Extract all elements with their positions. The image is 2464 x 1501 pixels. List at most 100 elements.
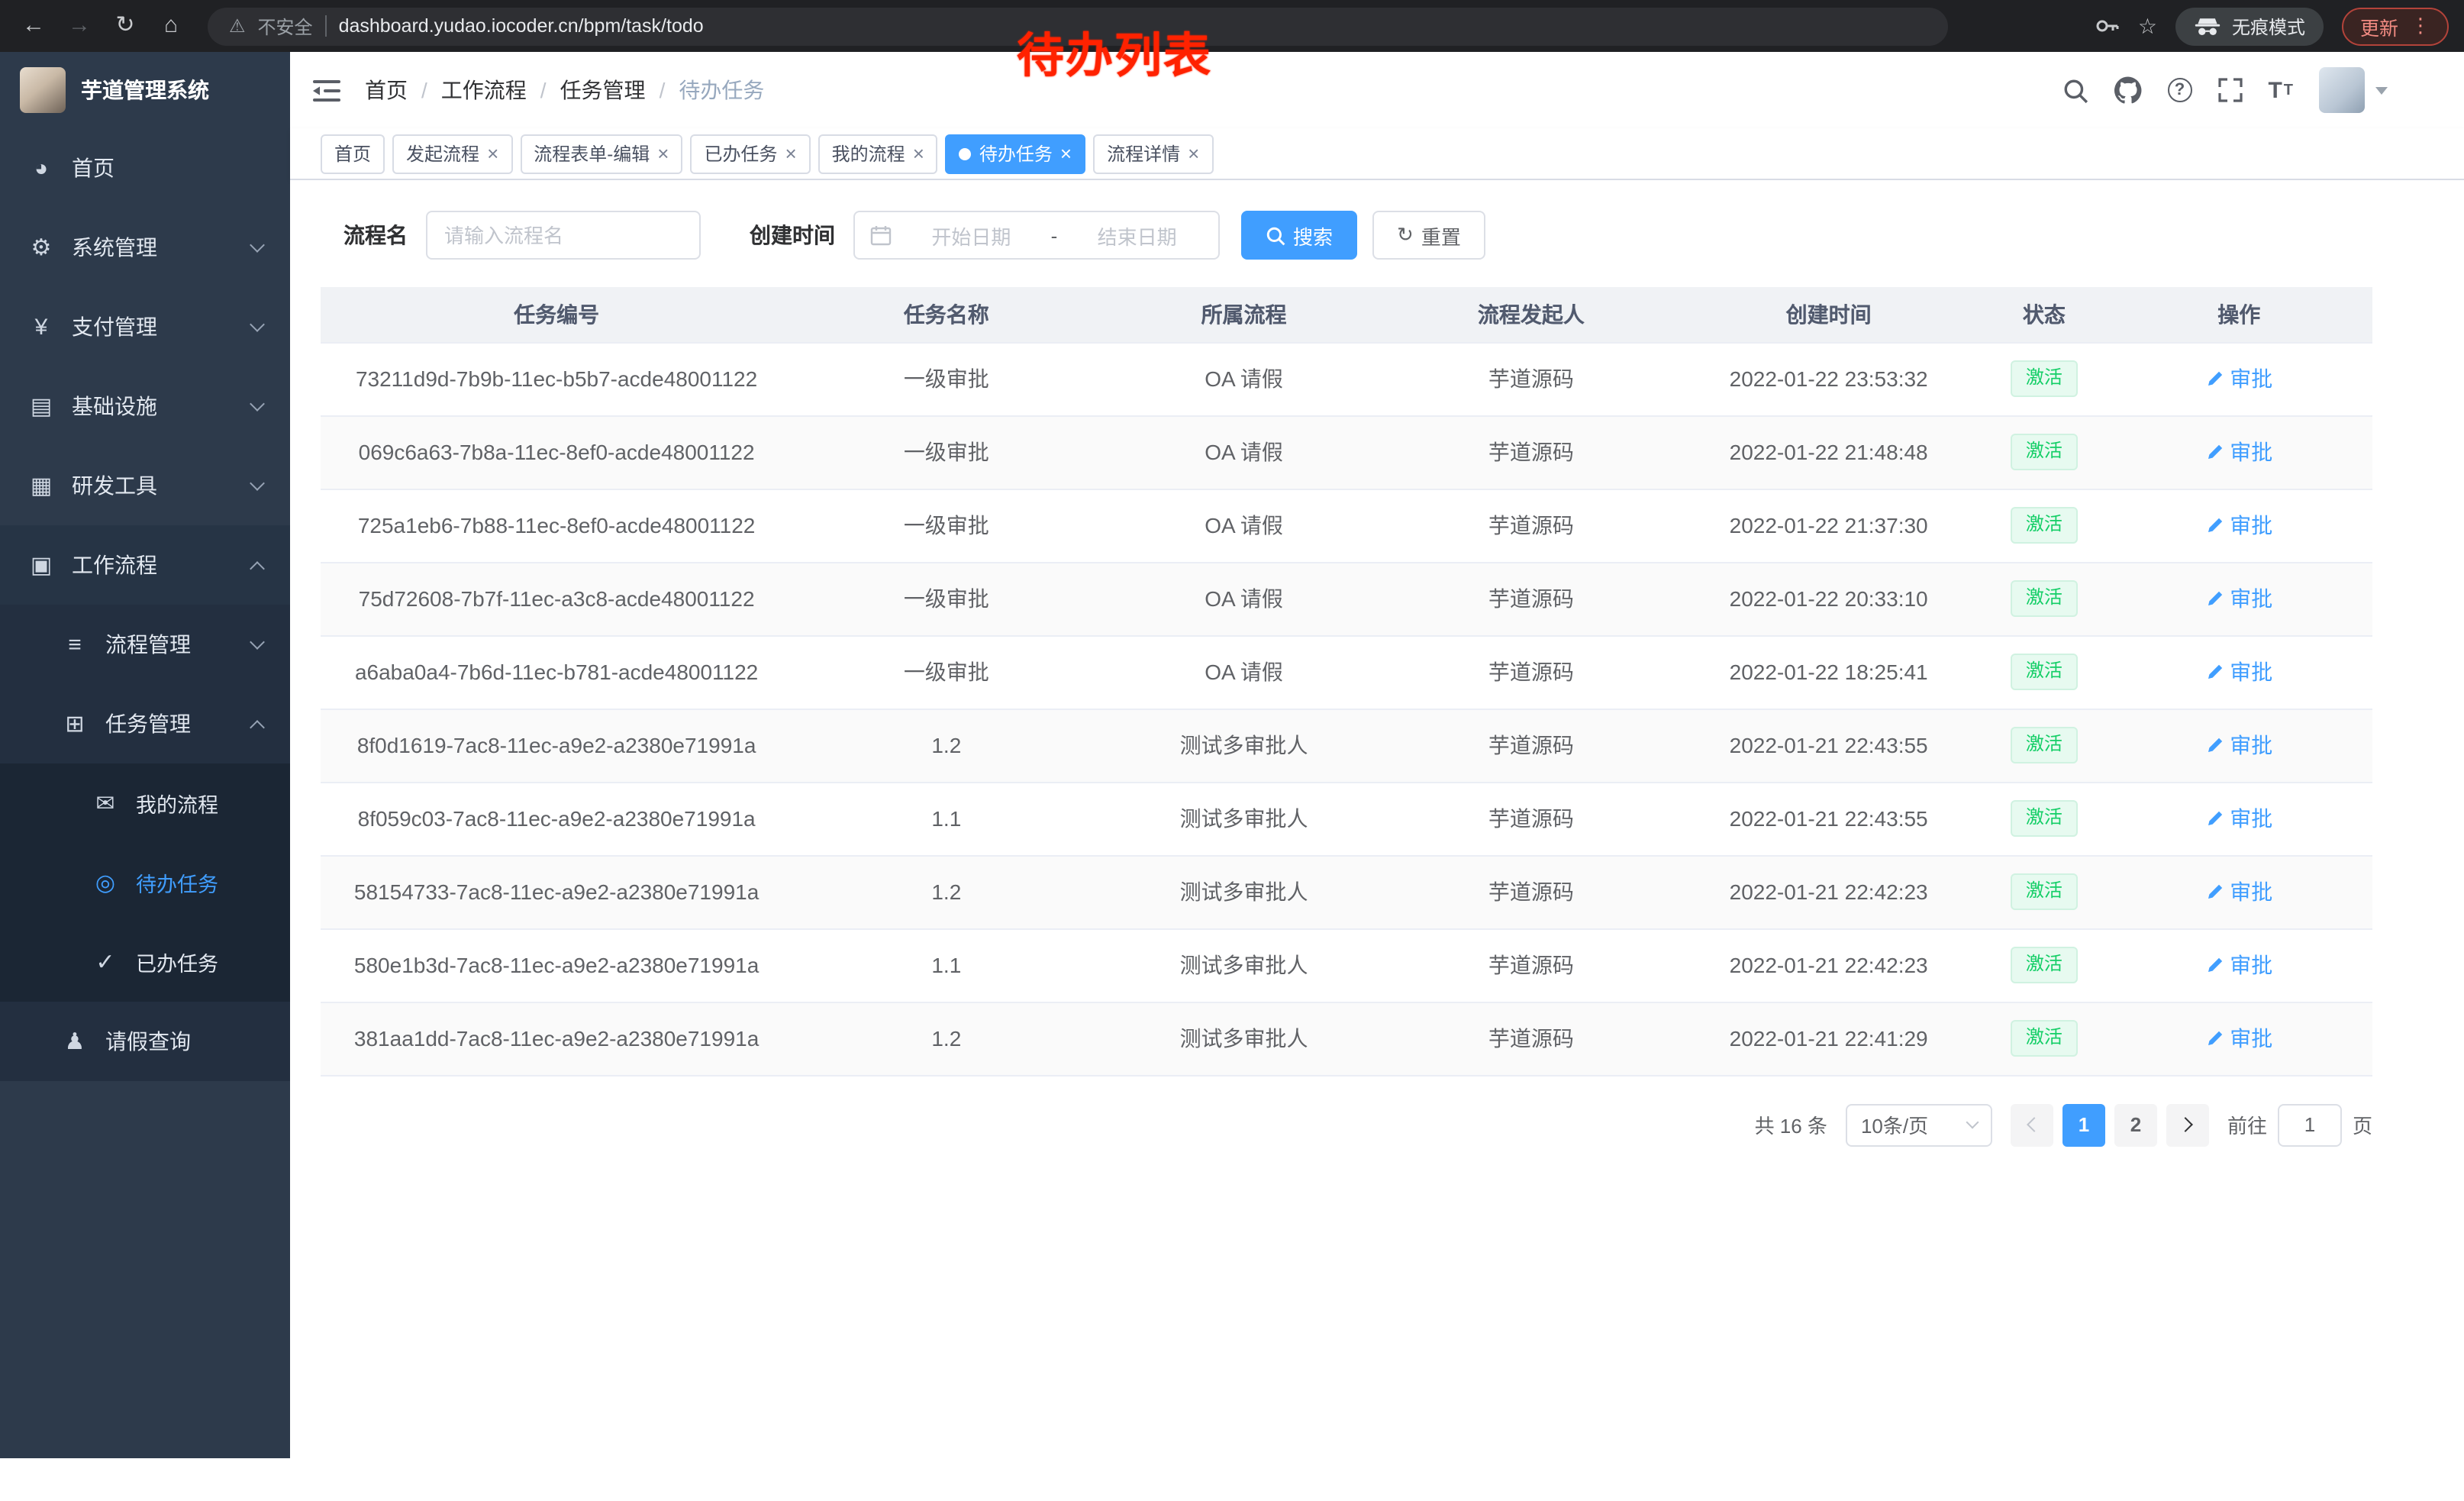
- sidebar-item-todo-tasks[interactable]: ◎ 待办任务: [0, 843, 290, 922]
- reload-icon[interactable]: ↻: [107, 8, 144, 44]
- approve-link[interactable]: 审批: [2205, 950, 2272, 980]
- approve-link-label: 审批: [2230, 730, 2272, 760]
- filter-bar: 流程名 创建时间 开始日期 - 结束日期 搜索 ↻ 重置: [343, 211, 2372, 260]
- column-header: 所属流程: [1100, 287, 1387, 342]
- page-size-select[interactable]: 10条/页: [1846, 1103, 1992, 1146]
- screen: ← → ↻ ⌂ ⚠ 不安全 dashboard.yudao.iocoder.cn…: [0, 0, 2464, 1501]
- sidebar-item-home[interactable]: ◕ 首页: [0, 128, 290, 208]
- tab-my-processes[interactable]: 我的流程 ×: [818, 134, 938, 173]
- edit-pencil-icon: [2205, 956, 2224, 974]
- breadcrumb-home[interactable]: 首页: [365, 75, 408, 105]
- sidebar-item-task-management[interactable]: ⊞ 任务管理: [0, 684, 290, 763]
- approve-link[interactable]: 审批: [2205, 803, 2272, 834]
- sidebar-item-infrastructure[interactable]: ▤ 基础设施: [0, 366, 290, 446]
- date-range-picker[interactable]: 开始日期 - 结束日期: [853, 211, 1220, 260]
- user-menu[interactable]: [2319, 67, 2388, 113]
- tab-start-process[interactable]: 发起流程 ×: [392, 134, 512, 173]
- goto-page-input[interactable]: [2278, 1103, 2342, 1146]
- tab-home[interactable]: 首页: [321, 134, 385, 173]
- task-initiator: 芋道源码: [1388, 855, 1675, 928]
- back-icon[interactable]: ←: [15, 8, 52, 44]
- status-badge: 激活: [2011, 360, 2078, 396]
- help-icon[interactable]: ?: [2167, 78, 2191, 102]
- breadcrumb-workflow[interactable]: 工作流程: [441, 75, 527, 105]
- edit-pencil-icon: [2205, 370, 2224, 388]
- process-name-input[interactable]: [426, 211, 701, 260]
- breadcrumb: 首页 / 工作流程 / 任务管理 / 待办任务: [365, 75, 764, 105]
- total-count: 共 16 条: [1755, 1110, 1827, 1139]
- update-button[interactable]: 更新 ⋮: [2342, 7, 2449, 45]
- approve-link-label: 审批: [2230, 510, 2272, 541]
- sidebar-item-done-tasks[interactable]: ✓ 已办任务: [0, 922, 290, 1002]
- github-icon[interactable]: [2114, 76, 2141, 104]
- task-initiator: 芋道源码: [1388, 489, 1675, 562]
- end-date-placeholder[interactable]: 结束日期: [1071, 221, 1203, 250]
- home-icon[interactable]: ⌂: [153, 8, 189, 44]
- sidebar-item-my-processes[interactable]: ✉ 我的流程: [0, 763, 290, 843]
- task-created: 2022-01-21 22:42:23: [1675, 855, 1982, 928]
- breadcrumb-task-management[interactable]: 任务管理: [560, 75, 646, 105]
- task-id: 725a1eb6-7b88-11ec-8ef0-acde48001122: [321, 489, 792, 562]
- close-icon[interactable]: ×: [1060, 144, 1072, 163]
- approve-link[interactable]: 审批: [2205, 583, 2272, 614]
- sidebar-item-payment[interactable]: ¥ 支付管理: [0, 287, 290, 366]
- approve-link[interactable]: 审批: [2205, 437, 2272, 467]
- sidebar: 芋道管理系统 ◕ 首页 ⚙ 系统管理 ¥ 支付管理 ▤ 基础设施 ▦ 研发工具 …: [0, 52, 290, 1458]
- close-icon[interactable]: ×: [487, 144, 498, 163]
- table-row: 069c6a63-7b8a-11ec-8ef0-acde48001122 一级审…: [321, 415, 2372, 489]
- bookmark-star-icon[interactable]: ☆: [2138, 13, 2157, 39]
- sidebar-item-workflow[interactable]: ▣ 工作流程: [0, 525, 290, 605]
- approve-link[interactable]: 审批: [2205, 510, 2272, 541]
- sidebar-collapse-icon[interactable]: [313, 79, 340, 102]
- not-secure-warning-icon: ⚠: [229, 15, 246, 37]
- approve-link[interactable]: 审批: [2205, 363, 2272, 394]
- task-id: 381aa1dd-7ac8-11ec-a9e2-a2380e71991a: [321, 1002, 792, 1075]
- tab-process-detail[interactable]: 流程详情 ×: [1093, 134, 1213, 173]
- reset-button[interactable]: ↻ 重置: [1372, 211, 1485, 260]
- task-created: 2022-01-22 20:33:10: [1675, 562, 1982, 635]
- chrome-toolbar-right: ☆ 无痕模式 更新 ⋮: [2095, 7, 2449, 45]
- sidebar-item-leave-query[interactable]: ♟ 请假查询: [0, 1002, 290, 1081]
- menu-kebab-icon[interactable]: ⋮: [2411, 14, 2430, 38]
- breadcrumb-separator: /: [421, 78, 427, 102]
- task-id: 75d72608-7b7f-11ec-a3c8-acde48001122: [321, 562, 792, 635]
- start-date-placeholder[interactable]: 开始日期: [905, 221, 1037, 250]
- approve-link[interactable]: 审批: [2205, 657, 2272, 687]
- approve-link[interactable]: 审批: [2205, 1023, 2272, 1054]
- approve-link[interactable]: 审批: [2205, 876, 2272, 907]
- task-initiator: 芋道源码: [1388, 782, 1675, 855]
- app-logo: [20, 67, 66, 113]
- page-button-1[interactable]: 1: [2062, 1103, 2105, 1146]
- fullscreen-icon[interactable]: [2217, 78, 2242, 102]
- infrastructure-icon: ▤: [27, 392, 55, 420]
- next-page-button[interactable]: [2166, 1103, 2209, 1146]
- search-icon[interactable]: [2062, 77, 2088, 103]
- chevron-down-icon: [250, 237, 265, 253]
- status-badge: 激活: [2011, 873, 2078, 909]
- app-logo-row[interactable]: 芋道管理系统: [0, 52, 290, 128]
- close-icon[interactable]: ×: [913, 144, 924, 163]
- search-button[interactable]: 搜索: [1241, 211, 1357, 260]
- sidebar-item-process-management[interactable]: ≡ 流程管理: [0, 605, 290, 684]
- tab-done-tasks[interactable]: 已办任务 ×: [690, 134, 810, 173]
- prev-page-button[interactable]: [2011, 1103, 2053, 1146]
- url-text: dashboard.yudao.iocoder.cn/bpm/task/todo: [339, 15, 704, 37]
- font-size-icon[interactable]: TT: [2268, 77, 2293, 103]
- process-name-label: 流程名: [343, 220, 408, 250]
- update-label: 更新: [2360, 11, 2398, 40]
- sidebar-item-system[interactable]: ⚙ 系统管理: [0, 208, 290, 287]
- tab-todo-tasks[interactable]: 待办任务 ×: [946, 134, 1085, 173]
- close-icon[interactable]: ×: [785, 144, 796, 163]
- close-icon[interactable]: ×: [1188, 144, 1199, 163]
- task-process: OA 请假: [1100, 562, 1387, 635]
- password-key-icon[interactable]: [2095, 14, 2120, 38]
- close-icon[interactable]: ×: [657, 144, 669, 163]
- page-button-2[interactable]: 2: [2114, 1103, 2157, 1146]
- forward-icon[interactable]: →: [61, 8, 98, 44]
- sidebar-item-dev-tools[interactable]: ▦ 研发工具: [0, 446, 290, 525]
- tab-process-form-edit[interactable]: 流程表单-编辑 ×: [520, 134, 682, 173]
- task-id: 73211d9d-7b9b-11ec-b5b7-acde48001122: [321, 342, 792, 415]
- chevron-right-icon: [2178, 1117, 2193, 1132]
- approve-link[interactable]: 审批: [2205, 730, 2272, 760]
- avatar[interactable]: [2319, 67, 2365, 113]
